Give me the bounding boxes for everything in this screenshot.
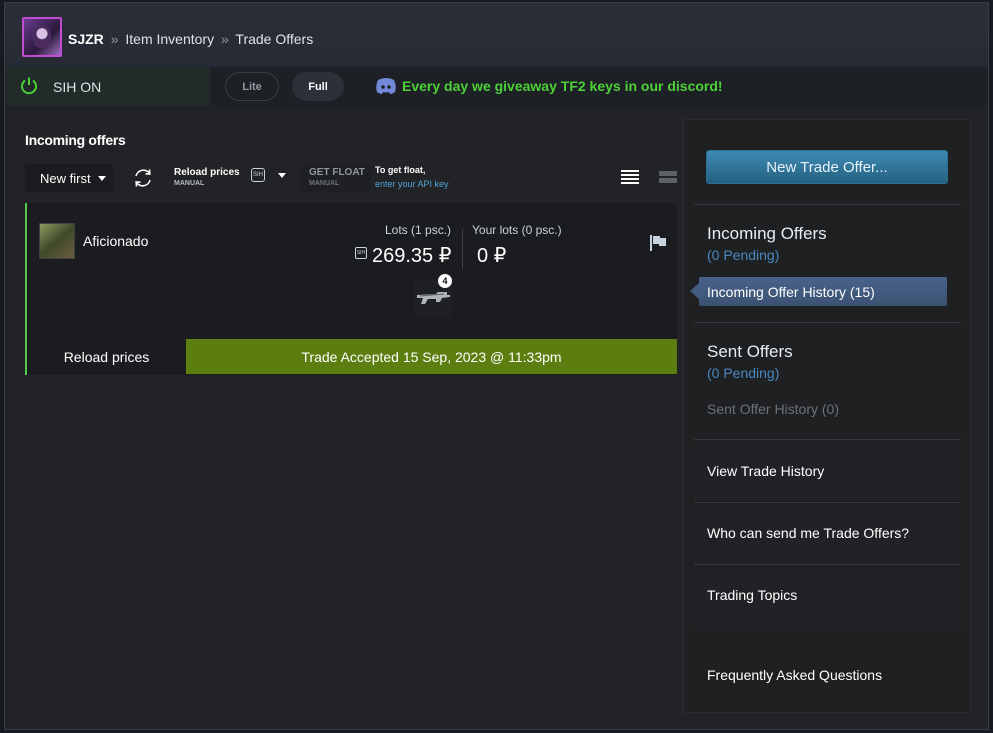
partner-name[interactable]: Aficionado bbox=[83, 233, 148, 249]
header: SJZR » Item Inventory » Trade Offers bbox=[5, 3, 988, 67]
divider bbox=[462, 229, 463, 269]
page-title: Incoming offers bbox=[25, 132, 126, 148]
currency-select[interactable]: SIH bbox=[251, 168, 265, 182]
get-float-mode: MANUAL bbox=[309, 180, 340, 187]
mode-lite-button[interactable]: Lite bbox=[225, 72, 279, 101]
incoming-pending-link[interactable]: (0 Pending) bbox=[707, 247, 779, 263]
reload-icon[interactable] bbox=[132, 167, 154, 189]
incoming-offers-link[interactable]: Incoming Offers bbox=[707, 224, 827, 244]
breadcrumb-inventory-link[interactable]: Item Inventory bbox=[125, 31, 214, 47]
flag-icon[interactable] bbox=[649, 235, 667, 251]
view-trade-history-link[interactable]: View Trade History bbox=[707, 463, 824, 479]
divider bbox=[694, 204, 961, 205]
partner-avatar[interactable] bbox=[39, 223, 75, 259]
sih-status-label: SIH ON bbox=[53, 79, 102, 95]
reload-prices-button[interactable]: Reload prices bbox=[27, 339, 186, 374]
item-count-badge: 4 bbox=[438, 274, 452, 288]
incoming-offers-panel: Incoming offers New first Reload prices … bbox=[11, 106, 681, 722]
breadcrumb-separator: » bbox=[220, 31, 229, 47]
sih-price-icon: SIH bbox=[355, 247, 367, 259]
divider bbox=[694, 564, 961, 565]
sort-label: New first bbox=[40, 170, 91, 186]
lots-label: Lots (1 psc.) bbox=[385, 223, 452, 237]
sent-pending-link[interactable]: (0 Pending) bbox=[707, 365, 779, 381]
avatar[interactable] bbox=[22, 17, 62, 57]
divider bbox=[694, 439, 961, 440]
who-can-send-link[interactable]: Who can send me Trade Offers? bbox=[707, 525, 909, 541]
page-frame: SJZR » Item Inventory » Trade Offers SIH… bbox=[4, 2, 989, 730]
api-key-link[interactable]: enter your API key bbox=[375, 179, 449, 189]
sent-offer-history-link[interactable]: Sent Offer History (0) bbox=[707, 401, 839, 417]
float-hint: To get float, bbox=[375, 165, 426, 175]
trade-status-banner: Trade Accepted 15 Sep, 2023 @ 11:33pm bbox=[186, 339, 677, 374]
reload-prices-mode: MANUAL bbox=[174, 180, 205, 187]
divider bbox=[694, 322, 961, 323]
trading-topics-link[interactable]: Trading Topics bbox=[707, 587, 797, 603]
breadcrumb-current-page: Trade Offers bbox=[235, 31, 314, 47]
list-view-icon[interactable] bbox=[621, 170, 639, 184]
faq-link[interactable]: Frequently Asked Questions bbox=[707, 667, 882, 683]
breadcrumb-separator: » bbox=[110, 31, 119, 47]
sent-offers-link[interactable]: Sent Offers bbox=[707, 342, 793, 362]
sih-toggle[interactable]: SIH ON bbox=[5, 67, 210, 106]
discord-promo-link[interactable]: Every day we giveaway TF2 keys in our di… bbox=[402, 78, 723, 94]
new-trade-offer-button[interactable]: New Trade Offer... bbox=[707, 151, 947, 183]
discord-icon[interactable] bbox=[375, 77, 397, 95]
sort-dropdown[interactable]: New first bbox=[25, 164, 113, 192]
your-lots-label: Your lots (0 psc.) bbox=[472, 223, 562, 237]
offers-controls: New first Reload prices MANUAL SIH GET F… bbox=[25, 164, 680, 194]
compact-view-icon[interactable] bbox=[659, 170, 677, 184]
trade-offer-card: Aficionado Lots (1 psc.) SIH 269.35 ₽ Yo… bbox=[25, 203, 677, 375]
breadcrumb-user-link[interactable]: SJZR bbox=[68, 31, 104, 47]
sih-toolbar: SIH ON Lite Full Every day we giveaway T… bbox=[5, 67, 988, 106]
sidebar: New Trade Offer... Incoming Offers (0 Pe… bbox=[683, 119, 971, 713]
incoming-offer-history-link[interactable]: Incoming Offer History (15) bbox=[690, 277, 947, 306]
offer-footer: Reload prices Trade Accepted 15 Sep, 202… bbox=[27, 339, 677, 374]
power-icon[interactable] bbox=[19, 76, 39, 96]
divider bbox=[694, 502, 961, 503]
chevron-down-icon[interactable] bbox=[278, 173, 286, 178]
mode-full-button[interactable]: Full bbox=[292, 72, 344, 101]
reload-prices-label[interactable]: Reload prices bbox=[174, 167, 240, 178]
get-float-label: GET FLOAT bbox=[309, 167, 365, 178]
chevron-down-icon bbox=[97, 175, 106, 181]
breadcrumb: SJZR » Item Inventory » Trade Offers bbox=[68, 31, 313, 47]
lots-price: 269.35 ₽ bbox=[372, 245, 452, 267]
your-lots-price: 0 ₽ bbox=[477, 245, 507, 267]
